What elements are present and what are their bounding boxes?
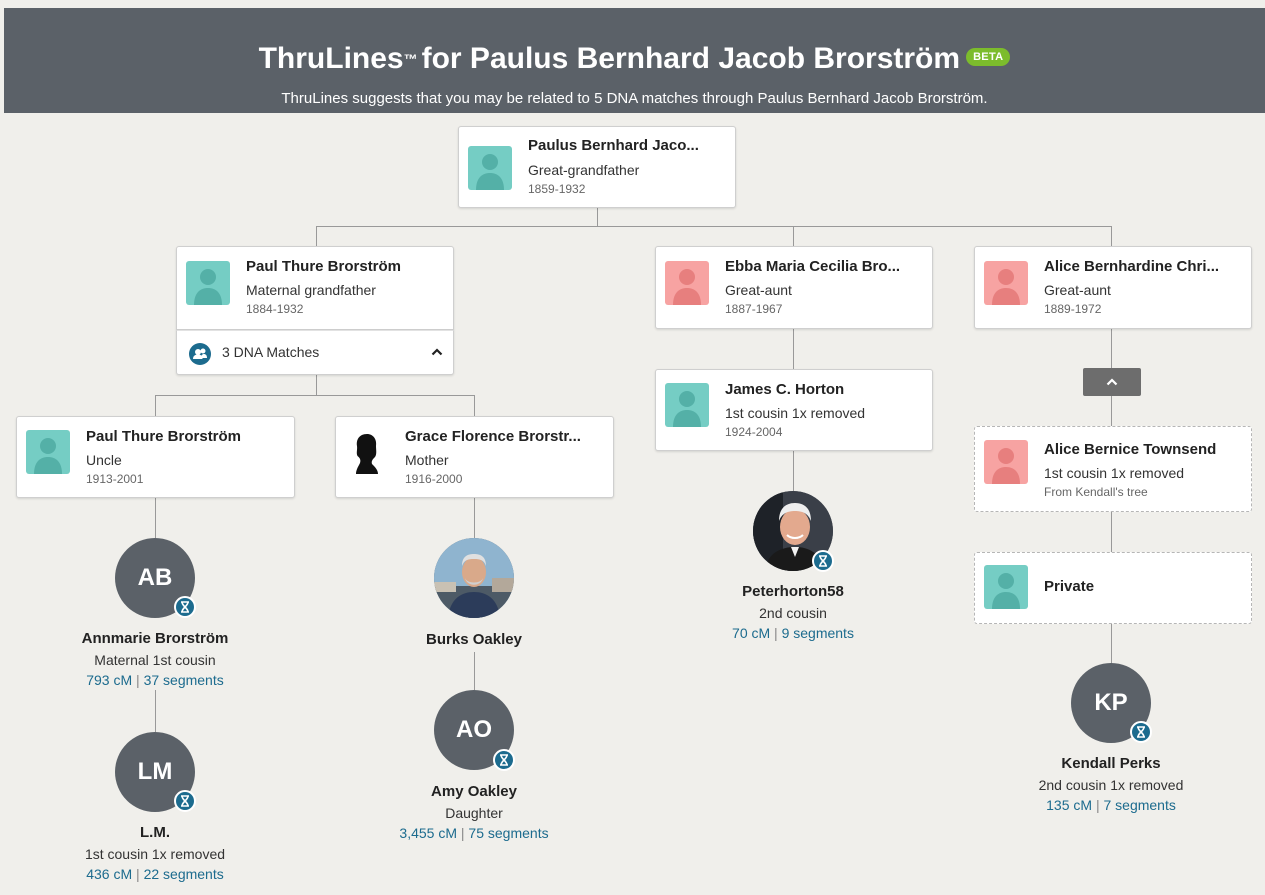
- dna-badge-icon: [174, 790, 196, 812]
- match-relation: Daughter: [445, 805, 503, 821]
- chevron-up-icon: [431, 344, 443, 361]
- connector-line: [474, 652, 475, 690]
- connector-line: [316, 226, 317, 246]
- dna-badge-icon: [493, 749, 515, 771]
- person-relation: Maternal grandfather: [246, 282, 376, 298]
- match-shared-dna[interactable]: 3,455 cM | 75 segments: [354, 825, 594, 841]
- person-card-ebba[interactable]: Ebba Maria Cecilia Bro... Great-aunt 188…: [655, 246, 933, 329]
- connector-line: [316, 226, 1111, 227]
- connector-line: [1111, 396, 1112, 426]
- match-shared-dna[interactable]: 436 cM | 22 segments: [35, 866, 275, 882]
- person-relation: 1st cousin 1x removed: [725, 405, 866, 421]
- dna-matches-icon: [189, 343, 211, 365]
- person-relation: 1st cousin 1x removed: [1044, 465, 1185, 481]
- match-name[interactable]: Annmarie Brorström: [35, 630, 275, 647]
- connector-line: [155, 690, 156, 732]
- person-card-paul-thure-sr[interactable]: Paul Thure Brorström Maternal grandfathe…: [176, 246, 454, 330]
- match-name[interactable]: L.M.: [35, 824, 275, 841]
- match-relation: 2nd cousin 1x removed: [1038, 777, 1184, 793]
- match-photo-burks-oakley[interactable]: [434, 538, 514, 618]
- connector-line: [155, 395, 156, 416]
- female-avatar-icon: [665, 261, 709, 305]
- match-relation: Maternal 1st cousin: [94, 652, 216, 668]
- connector-line: [316, 375, 317, 395]
- person-name: James C. Horton: [725, 381, 845, 398]
- person-years: 1884-1932: [246, 302, 304, 316]
- connector-line: [474, 395, 475, 416]
- match-name[interactable]: Amy Oakley: [354, 783, 594, 800]
- person-years: 1916-2000: [405, 472, 463, 486]
- silhouette-photo-icon: [345, 430, 389, 474]
- connector-line: [1111, 329, 1112, 368]
- match-shared-dna[interactable]: 793 cM | 37 segments: [35, 672, 275, 688]
- connector-line: [1111, 512, 1112, 552]
- person-name: Grace Florence Brorstr...: [405, 428, 581, 445]
- dna-matches-label: 3 DNA Matches: [222, 344, 320, 360]
- person-relation: Uncle: [86, 452, 122, 468]
- page-title: ThruLines™ for Paulus Bernhard Jacob Bror…: [4, 44, 1265, 74]
- female-avatar-icon: [984, 261, 1028, 305]
- page-subtitle: ThruLines suggests that you may be relat…: [281, 90, 988, 107]
- beta-badge: BETA: [966, 48, 1011, 67]
- male-avatar-icon: [665, 383, 709, 427]
- person-name: Alice Bernice Townsend: [1044, 441, 1217, 458]
- person-years: 1924-2004: [725, 425, 783, 439]
- tree-source-note: From Kendall's tree: [1044, 485, 1148, 499]
- person-name: Paul Thure Brorström: [86, 428, 242, 445]
- female-avatar-icon: [984, 440, 1028, 484]
- person-years: 1889-1972: [1044, 302, 1102, 316]
- connector-line: [155, 395, 475, 396]
- match-name[interactable]: Burks Oakley: [354, 631, 594, 648]
- dna-badge-icon: [1130, 721, 1152, 743]
- dna-badge-icon: [812, 550, 834, 572]
- person-name: Ebba Maria Cecilia Bro...: [725, 258, 901, 275]
- ancestor-card[interactable]: Paulus Bernhard Jaco... Great-grandfathe…: [458, 126, 736, 208]
- person-card-alice-townsend[interactable]: Alice Bernice Townsend 1st cousin 1x rem…: [974, 426, 1252, 512]
- person-name: Paulus Bernhard Jaco...: [528, 137, 699, 154]
- male-avatar-icon: [186, 261, 230, 305]
- male-avatar-icon: [468, 146, 512, 190]
- match-relation: 1st cousin 1x removed: [84, 846, 226, 862]
- match-name[interactable]: Peterhorton58: [673, 583, 913, 600]
- connector-line: [155, 498, 156, 538]
- person-card-private[interactable]: Private: [974, 552, 1252, 624]
- page-header: ThruLines™ for Paulus Bernhard Jacob Bror…: [4, 8, 1265, 113]
- person-card-alice[interactable]: Alice Bernhardine Chri... Great-aunt 188…: [974, 246, 1252, 329]
- person-years: 1887-1967: [725, 302, 783, 316]
- connector-line: [1111, 226, 1112, 246]
- person-relation: Great-aunt: [725, 282, 792, 298]
- person-relation: Great-aunt: [1044, 282, 1111, 298]
- person-relation: Mother: [405, 452, 449, 468]
- connector-line: [793, 329, 794, 369]
- person-name: Paul Thure Brorström: [246, 258, 402, 275]
- connector-line: [793, 451, 794, 491]
- person-card-grace[interactable]: Grace Florence Brorstr... Mother 1916-20…: [335, 416, 614, 498]
- person-card-james-horton[interactable]: James C. Horton 1st cousin 1x removed 19…: [655, 369, 933, 451]
- dna-matches-toggle[interactable]: 3 DNA Matches: [176, 330, 454, 375]
- connector-line: [597, 207, 598, 227]
- connector-line: [1111, 624, 1112, 664]
- collapse-button[interactable]: [1083, 368, 1141, 396]
- male-avatar-icon: [26, 430, 70, 474]
- match-relation: 2nd cousin: [759, 605, 827, 621]
- person-name: Private: [1044, 578, 1095, 595]
- person-relation: Great-grandfather: [528, 162, 640, 178]
- connector-line: [474, 498, 475, 538]
- person-card-paul-thure-jr[interactable]: Paul Thure Brorström Uncle 1913-2001: [16, 416, 295, 498]
- person-years: 1859-1932: [528, 182, 586, 196]
- person-name: Alice Bernhardine Chri...: [1044, 258, 1220, 275]
- person-years: 1913-2001: [86, 472, 144, 486]
- match-shared-dna[interactable]: 135 cM | 7 segments: [991, 797, 1231, 813]
- connector-line: [793, 226, 794, 246]
- male-avatar-icon: [984, 565, 1028, 609]
- dna-badge-icon: [174, 596, 196, 618]
- match-name[interactable]: Kendall Perks: [991, 755, 1231, 772]
- match-shared-dna[interactable]: 70 cM | 9 segments: [673, 625, 913, 641]
